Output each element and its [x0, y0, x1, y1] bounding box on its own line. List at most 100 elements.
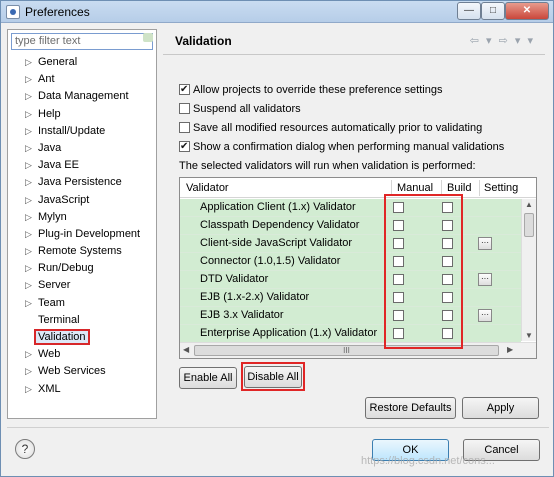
vertical-scrollbar[interactable]: ▲ ▼ [521, 199, 536, 341]
table-row[interactable]: Application Client (1.x) Validator [180, 199, 521, 217]
restore-defaults-button[interactable]: Restore Defaults [365, 397, 456, 419]
manual-checkbox[interactable] [393, 202, 404, 213]
manual-checkbox[interactable] [393, 256, 404, 267]
expand-arrow-icon[interactable]: ▷ [25, 363, 32, 380]
table-row[interactable]: DTD Validator ··· [180, 271, 521, 289]
manual-checkbox[interactable] [393, 238, 404, 249]
close-button[interactable]: ✕ [505, 2, 549, 20]
expand-arrow-icon[interactable]: ▷ [25, 88, 32, 105]
filter-input[interactable]: type filter text [11, 33, 153, 50]
tree-item-team[interactable]: ▷ Team [14, 295, 154, 312]
expand-arrow-icon[interactable]: ▷ [25, 192, 32, 209]
build-checkbox[interactable] [442, 328, 453, 339]
tree-item-xml[interactable]: ▷ XML [14, 381, 154, 398]
tree-item-label: Team [38, 296, 65, 309]
horizontal-scroll-thumb[interactable]: III [194, 345, 499, 356]
allow-override-checkbox[interactable] [179, 82, 190, 98]
tree-item-java-ee[interactable]: ▷ Java EE [14, 157, 154, 174]
tree-item-javascript[interactable]: ▷ JavaScript [14, 192, 154, 209]
tree-item-install-update[interactable]: ▷ Install/Update [14, 123, 154, 140]
tree-item-terminal[interactable]: Terminal [14, 312, 154, 329]
expand-arrow-icon[interactable]: ▷ [25, 54, 32, 71]
suspend-validators-checkbox[interactable] [179, 103, 190, 114]
expand-arrow-icon[interactable]: ▷ [25, 174, 32, 191]
disable-all-button[interactable]: Disable All [244, 366, 302, 388]
apply-button[interactable]: Apply [462, 397, 539, 419]
build-column-header[interactable]: Build [447, 182, 471, 194]
scroll-down-icon[interactable]: ▼ [525, 331, 533, 340]
tree-item-mylyn[interactable]: ▷ Mylyn [14, 209, 154, 226]
expand-arrow-icon[interactable]: ▷ [25, 157, 32, 174]
tree-item-ant[interactable]: ▷ Ant [14, 71, 154, 88]
preferences-window: Preferences — □ ✕ type filter text ▷ Gene… [0, 0, 554, 477]
validator-settings-button[interactable]: ··· [478, 309, 492, 322]
save-resources-option[interactable]: Save all modified resources automaticall… [179, 120, 482, 138]
manual-checkbox[interactable] [393, 328, 404, 339]
expand-arrow-icon[interactable]: ▷ [25, 381, 32, 398]
expand-arrow-icon[interactable]: ▷ [25, 346, 32, 363]
expand-arrow-icon[interactable]: ▷ [25, 71, 32, 88]
table-row[interactable]: EJB 3.x Validator ··· [180, 307, 521, 325]
tree-item-server[interactable]: ▷ Server [14, 277, 154, 294]
build-checkbox[interactable] [442, 256, 453, 267]
tree-item-run-debug[interactable]: ▷ Run/Debug [14, 260, 154, 277]
expand-arrow-icon[interactable]: ▷ [25, 209, 32, 226]
table-row[interactable]: Client-side JavaScript Validator ··· [180, 235, 521, 253]
history-navigation-icons[interactable]: ⇦ ▾ ⇨ ▾ ▾ [470, 34, 535, 47]
tree-item-data-management[interactable]: ▷ Data Management [14, 88, 154, 105]
horizontal-scrollbar[interactable]: ◀ III ▶ [180, 342, 536, 358]
build-checkbox[interactable] [442, 202, 453, 213]
expand-arrow-icon[interactable]: ▷ [25, 226, 32, 243]
manual-checkbox[interactable] [393, 220, 404, 231]
expand-arrow-icon[interactable]: ▷ [25, 260, 32, 277]
validator-settings-button[interactable]: ··· [478, 237, 492, 250]
allow-override-option[interactable]: Allow projects to override these prefere… [179, 82, 442, 100]
manual-checkbox[interactable] [393, 310, 404, 321]
tree-item-web[interactable]: ▷ Web [14, 346, 154, 363]
tree-item-plug-in-development[interactable]: ▷ Plug-in Development [14, 226, 154, 243]
build-checkbox[interactable] [442, 292, 453, 303]
expand-arrow-icon[interactable]: ▷ [25, 123, 32, 140]
help-icon[interactable]: ? [15, 439, 35, 459]
enable-all-button[interactable]: Enable All [179, 367, 237, 389]
tree-item-java[interactable]: ▷ Java [14, 140, 154, 157]
tree-item-label: Install/Update [38, 124, 106, 137]
tree-item-help[interactable]: ▷ Help [14, 106, 154, 123]
show-confirmation-checkbox[interactable] [179, 139, 190, 155]
tree-item-java-persistence[interactable]: ▷ Java Persistence [14, 174, 154, 191]
page-header: Validation ⇦ ▾ ⇨ ▾ ▾ [163, 29, 545, 53]
tree-item-validation[interactable]: Validation [14, 329, 154, 346]
vertical-scroll-thumb[interactable] [524, 213, 534, 237]
minimize-button[interactable]: — [457, 2, 481, 20]
tree-item-remote-systems[interactable]: ▷ Remote Systems [14, 243, 154, 260]
validator-settings-button[interactable]: ··· [478, 273, 492, 286]
settings-column-header[interactable]: Setting [484, 182, 518, 194]
build-checkbox[interactable] [442, 220, 453, 231]
tree-item-general[interactable]: ▷ General [14, 54, 154, 71]
build-checkbox[interactable] [442, 310, 453, 321]
suspend-validators-option[interactable]: Suspend all validators [179, 101, 301, 119]
build-checkbox[interactable] [442, 274, 453, 285]
table-row[interactable]: Connector (1.0,1.5) Validator [180, 253, 521, 271]
table-row[interactable]: EJB (1.x-2.x) Validator [180, 289, 521, 307]
expand-arrow-icon[interactable]: ▷ [25, 243, 32, 260]
clear-filter-icon[interactable] [143, 33, 153, 42]
scroll-left-icon[interactable]: ◀ [183, 345, 189, 354]
manual-checkbox[interactable] [393, 292, 404, 303]
maximize-button[interactable]: □ [481, 2, 505, 20]
manual-column-header[interactable]: Manual [397, 182, 433, 194]
scroll-right-icon[interactable]: ▶ [507, 345, 513, 354]
expand-arrow-icon[interactable]: ▷ [25, 277, 32, 294]
table-row[interactable]: Classpath Dependency Validator [180, 217, 521, 235]
expand-arrow-icon[interactable]: ▷ [25, 106, 32, 123]
manual-checkbox[interactable] [393, 274, 404, 285]
validator-column-header[interactable]: Validator [186, 182, 229, 194]
show-confirmation-option[interactable]: Show a confirmation dialog when performi… [179, 139, 504, 157]
table-row[interactable]: Enterprise Application (1.x) Validator [180, 325, 521, 343]
tree-item-web-services[interactable]: ▷ Web Services [14, 363, 154, 380]
expand-arrow-icon[interactable]: ▷ [25, 140, 32, 157]
scroll-up-icon[interactable]: ▲ [525, 200, 533, 209]
save-resources-checkbox[interactable] [179, 122, 190, 133]
build-checkbox[interactable] [442, 238, 453, 249]
expand-arrow-icon[interactable]: ▷ [25, 295, 32, 312]
